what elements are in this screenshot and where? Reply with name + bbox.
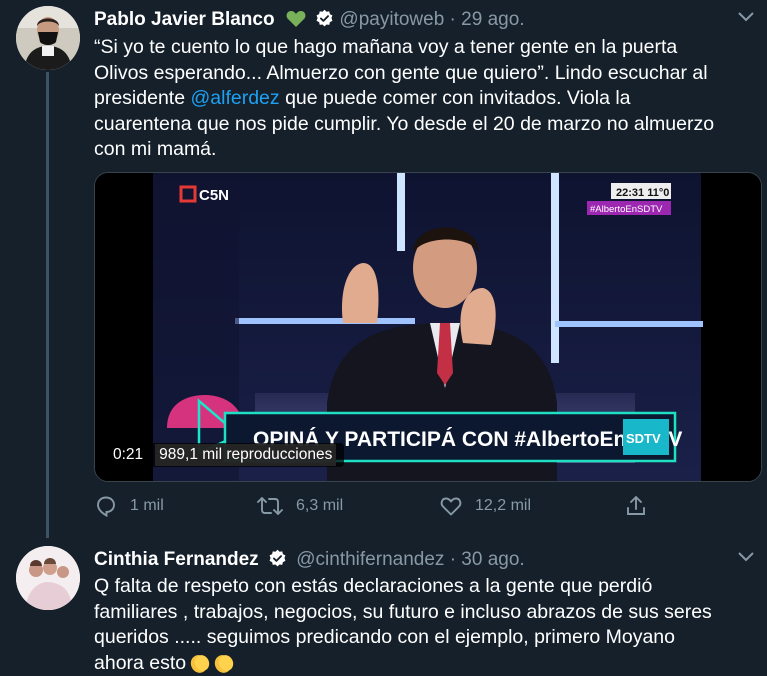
like-button[interactable]: 12,2 mil [439, 494, 531, 518]
retweet-icon [257, 497, 283, 515]
tweet-text: Q falta de respeto con estás declaracion… [94, 574, 712, 676]
retweet-count: 6,3 mil [296, 497, 344, 514]
tweet-date[interactable]: · 30 ago. [450, 549, 525, 570]
tweet-date[interactable]: · 29 ago. [450, 9, 525, 30]
tweet-text-line: familiares , trabajos, negocios, su futu… [94, 600, 712, 623]
display-name[interactable]: Pablo Javier Blanco [94, 9, 275, 30]
mention-link[interactable]: @alferdez [190, 87, 279, 109]
like-count: 12,2 mil [475, 497, 532, 514]
tweet-text-line: “Si yo te cuento lo que hago mañana voy … [94, 36, 678, 58]
tv-banner-logo: SDTV [626, 431, 661, 446]
avatar-photo-man-mask [16, 6, 80, 70]
video-time-badge: 0:21 989,1 mil reproducciones [105, 443, 345, 467]
tweet-header: Cinthia Fernandez @cinthifernandez · 30 … [94, 549, 525, 571]
avatar[interactable] [16, 6, 80, 70]
video-view-count: 989,1 mil reproducciones [155, 444, 337, 466]
username-handle[interactable]: @payitoweb [339, 9, 444, 30]
green-heart-icon [286, 10, 306, 28]
video-duration: 0:21 [113, 446, 144, 463]
username-handle[interactable]: @cinthifernandez [296, 549, 444, 570]
channel-logo: C5N [199, 187, 229, 204]
more-options-chevron-icon[interactable] [736, 550, 756, 569]
tweet-actions: 1 mil 6,3 mil 12,2 mil [94, 494, 654, 524]
tweet-text-line: con mi mamá. [94, 138, 217, 160]
reply-bubble-icon [97, 496, 115, 518]
reply-button[interactable]: 1 mil [94, 494, 164, 518]
clapping-hands-emoji-icon [188, 652, 236, 674]
tweet-header: Pablo Javier Blanco @payitoweb · 29 ago. [94, 9, 525, 31]
tv-hashtag-tag: #AlbertoEnSDTV [590, 204, 663, 215]
video-player[interactable]: C5N 22:31 11°0 #AlbertoEnSDTV OPINÁ Y PA… [94, 172, 762, 482]
reply-count: 1 mil [130, 497, 164, 514]
tv-clock: 22:31 11°0 [616, 187, 669, 199]
tweet-text-fragment: ahora esto [94, 651, 187, 674]
tweet-text: “Si yo te cuento lo que hago mañana voy … [94, 35, 714, 163]
retweet-button[interactable]: 6,3 mil [256, 494, 343, 518]
display-name[interactable]: Cinthia Fernandez [94, 549, 259, 570]
tweet-text-line: queridos ..... seguimos predicando con e… [94, 626, 675, 648]
video-frame: C5N 22:31 11°0 #AlbertoEnSDTV OPINÁ Y PA… [95, 173, 761, 481]
tweet-text-line: presidente @alferdez que puede comer con… [94, 86, 714, 112]
share-icon [627, 496, 645, 515]
more-options-chevron-icon[interactable] [736, 10, 756, 29]
verified-badge-icon [268, 549, 287, 568]
tweet-text-fragment: que puede comer con invitados. Viola la [279, 87, 631, 109]
share-button[interactable] [624, 494, 660, 518]
verified-badge-icon [315, 9, 334, 28]
avatar[interactable] [16, 546, 80, 610]
avatar-photo-group [16, 546, 80, 610]
tweet-text-fragment: presidente [94, 87, 191, 109]
heart-like-icon [440, 497, 462, 516]
tweet-text-line: ahora esto [94, 651, 712, 676]
tweet-text-line: Q falta de respeto con estás declaracion… [94, 575, 653, 597]
thread-connector-line [46, 72, 49, 538]
tweet-text-line: Olivos esperando... Almuerzo con gente q… [94, 61, 708, 84]
tweet-text-line: cuarentena que nos pide cumplir. Yo desd… [94, 112, 715, 135]
